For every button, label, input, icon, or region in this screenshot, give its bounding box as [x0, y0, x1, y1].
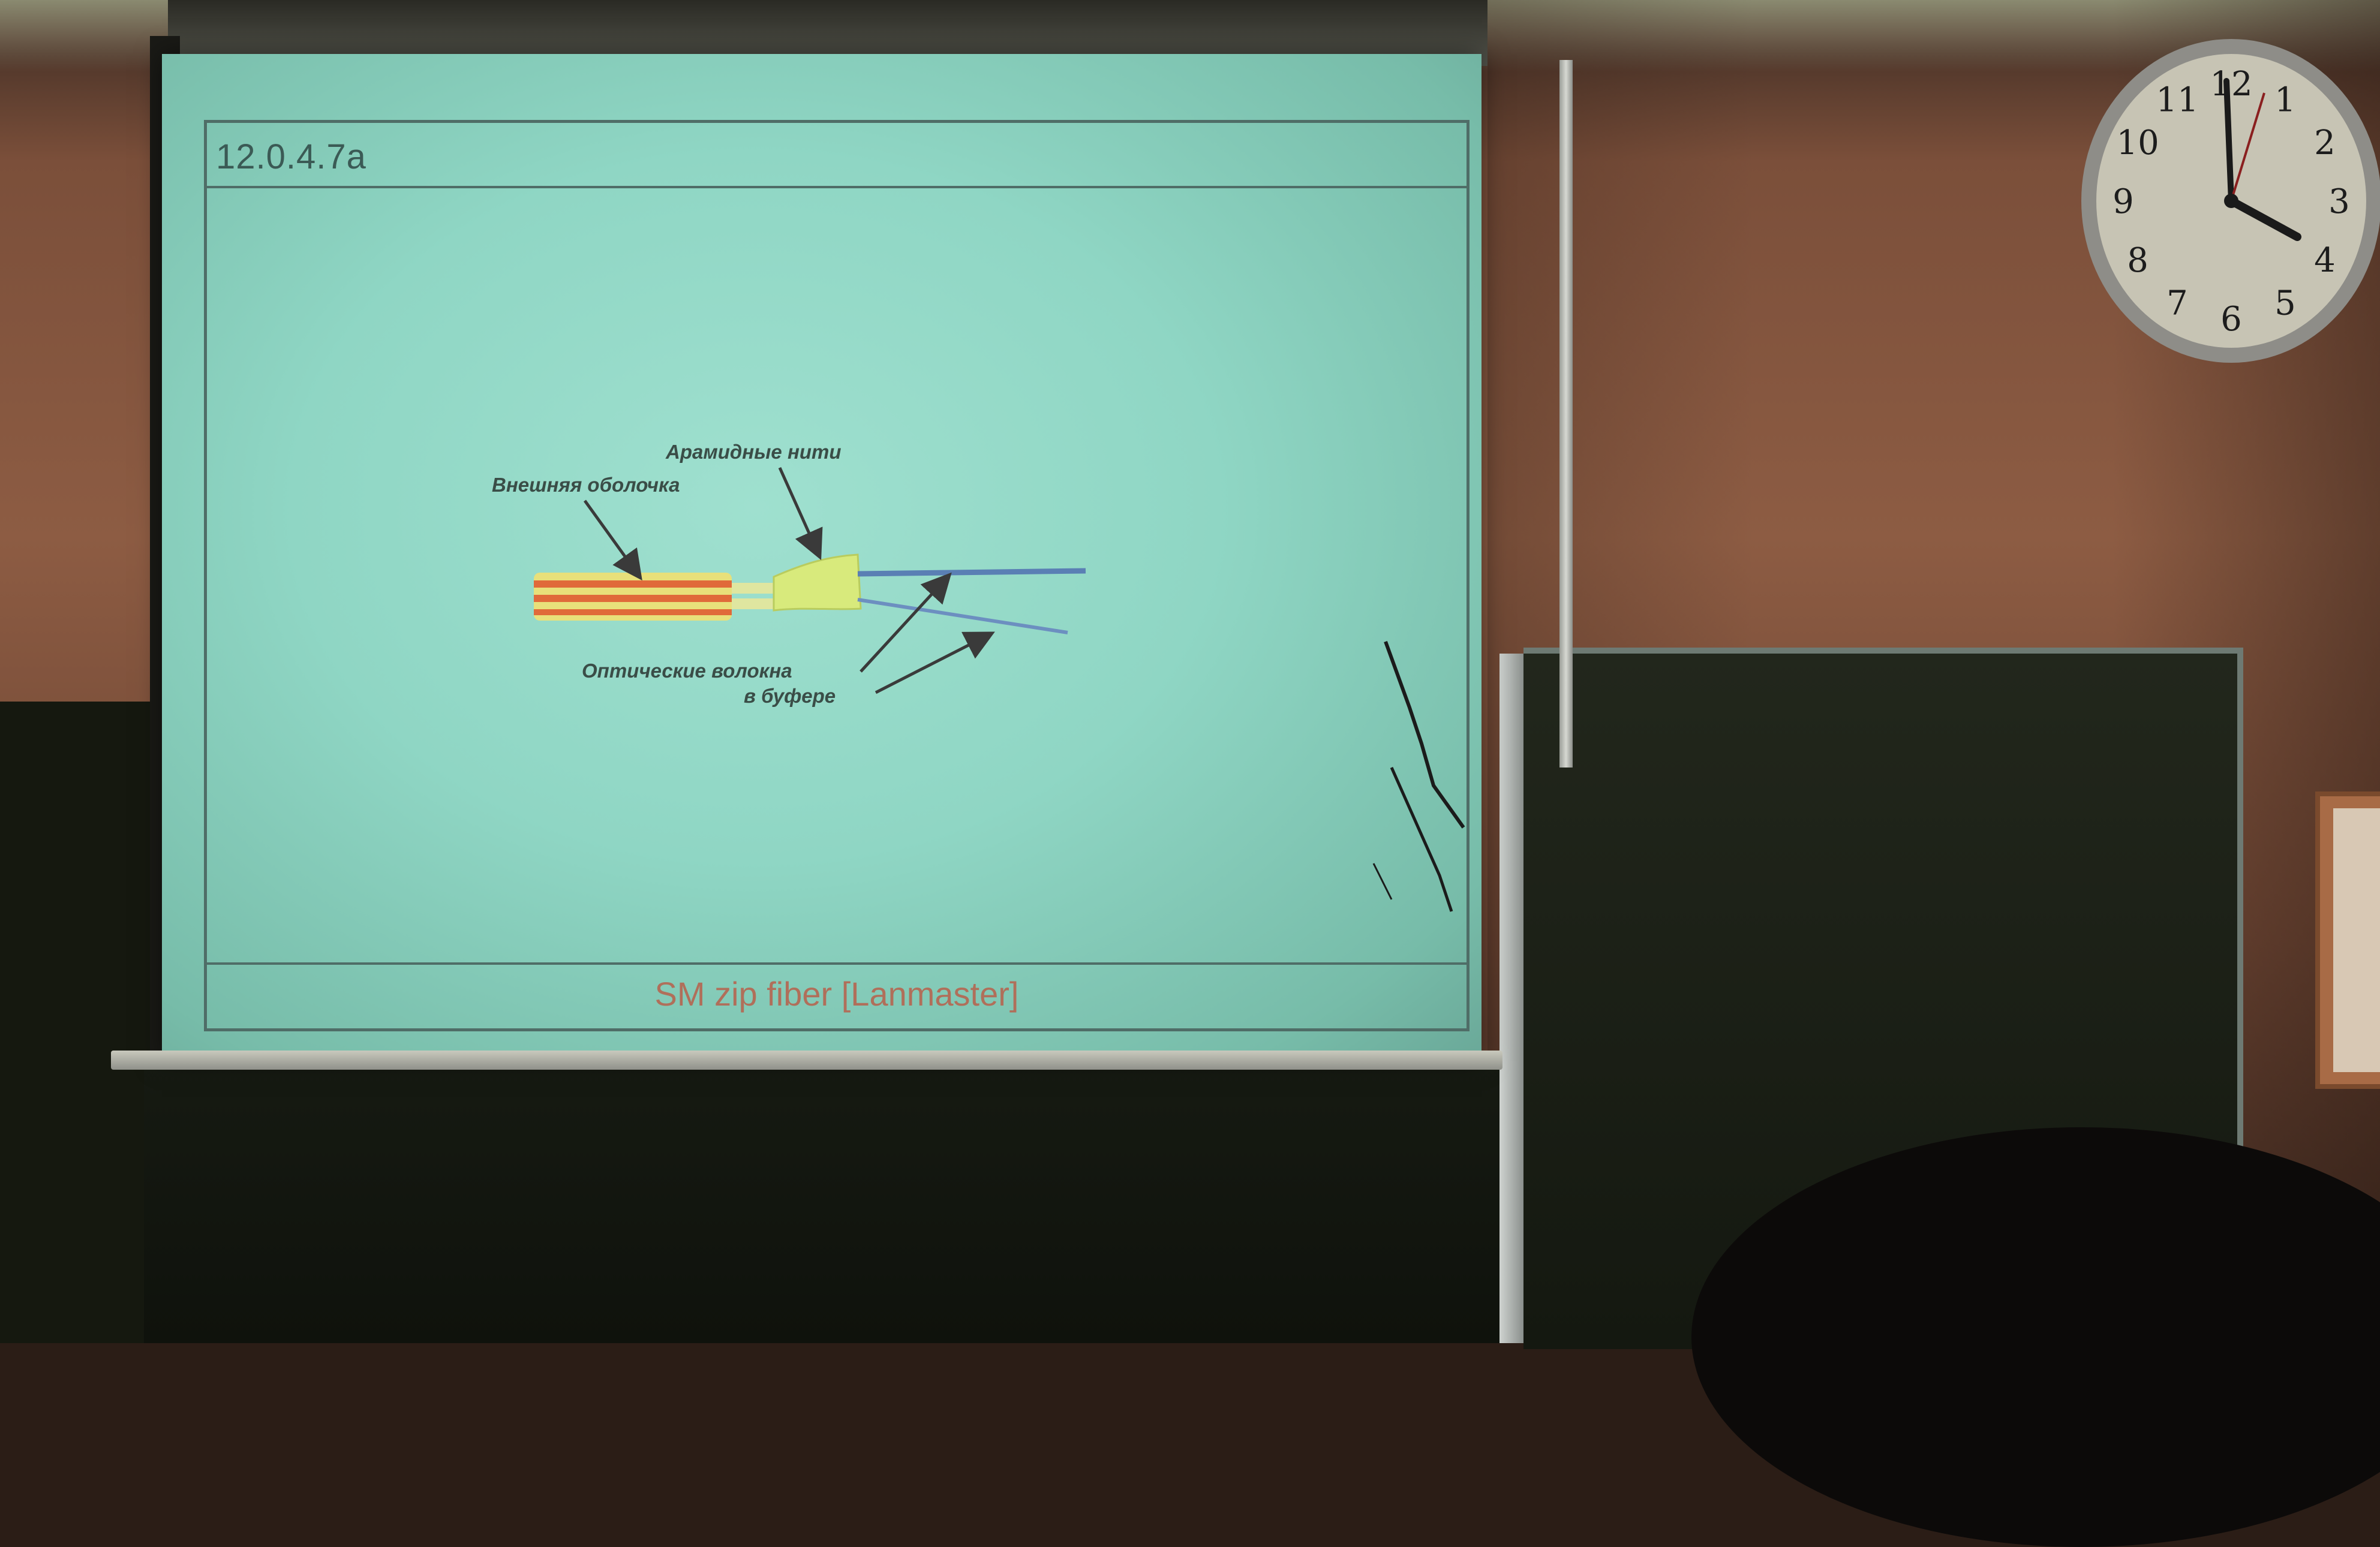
label-aramid-yarn: Арамидные нити	[665, 441, 842, 463]
clock-numeral: 3	[2328, 182, 2350, 221]
screen-pole	[1559, 60, 1573, 768]
optical-fiber-upper	[857, 568, 1086, 577]
chalkboard-rail	[1499, 654, 1523, 1343]
arrow-fiber-lower	[875, 631, 995, 694]
optical-fiber-lower	[857, 598, 1068, 634]
clock-numeral: 11	[2156, 80, 2198, 119]
clock-numeral: 5	[2274, 284, 2296, 323]
label-outer-jacket: Внешняя оболочка	[492, 474, 680, 496]
label-optical-fibers: Оптические волокна	[582, 660, 792, 682]
wall-frame-poster	[2333, 808, 2380, 1072]
slide-number: 12.0.4.7a	[216, 137, 366, 176]
clock-numeral: 8	[2127, 241, 2148, 280]
clock-center	[2224, 194, 2238, 208]
chalkboard-under-screen	[144, 1061, 1535, 1343]
wall-clock: 12 12 3 45678 9 10 11	[2081, 39, 2380, 363]
clock-numeral: 12	[2210, 65, 2252, 104]
arrow-outer-jacket	[583, 499, 642, 581]
projector-screen-bottom-bar	[111, 1051, 1502, 1070]
slide-caption: SM zip fiber [Lanmaster]	[654, 975, 1019, 1013]
clock-numeral: 7	[2166, 284, 2188, 323]
wall-frame	[2315, 791, 2380, 1089]
screen-wrinkle	[1372, 640, 1465, 912]
clock-numeral: 6	[2220, 300, 2242, 339]
fiber-cable-diagram: Арамидные нити Внешняя оболочка Оптическ…	[492, 441, 1086, 707]
arrow-fiber-upper	[860, 572, 952, 673]
clock-numeral: 1	[2274, 80, 2296, 119]
outer-jacket	[534, 573, 732, 621]
arrow-aramid-yarn	[778, 466, 823, 561]
clock-numeral: 9	[2112, 182, 2134, 221]
slide-footer-divider	[204, 962, 1470, 965]
aramid-yarn	[773, 553, 862, 612]
inner-buffer-tubes	[732, 583, 780, 609]
clock-numeral: 4	[2314, 241, 2336, 280]
slide-header-divider	[204, 186, 1470, 188]
clock-numeral: 2	[2314, 124, 2336, 162]
clock-numeral: 10	[2116, 124, 2159, 162]
label-in-buffer: в буфере	[744, 685, 836, 707]
